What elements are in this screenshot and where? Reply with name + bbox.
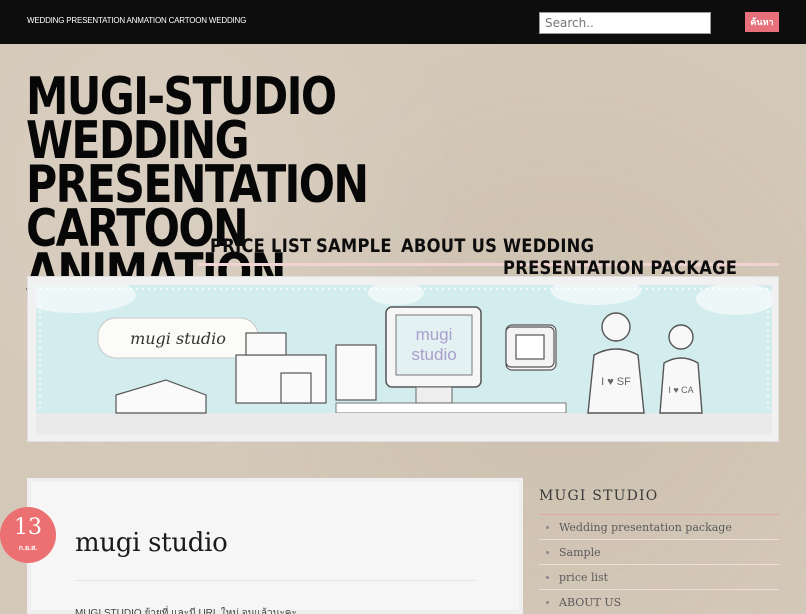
sidebar-item-label: ABOUT US — [559, 596, 622, 609]
sidebar-item-sample[interactable]: Sample — [539, 540, 779, 565]
sidebar-item-label: price list — [559, 571, 609, 584]
post-content: mugi studio MUGI STUDIO ย้ายที่ และมี UR… — [27, 478, 523, 614]
svg-text:I ♥ CA: I ♥ CA — [668, 385, 693, 395]
post-excerpt: MUGI STUDIO ย้ายที่ และมี URL ใหม่ จนแล้… — [75, 608, 297, 614]
post-date-badge: 13 ก.ย.ส. — [0, 507, 56, 563]
sidebar-item-about-us[interactable]: ABOUT US — [539, 590, 779, 614]
search-button[interactable]: ค้นหา — [745, 12, 779, 32]
post-title[interactable]: mugi studio — [75, 528, 228, 558]
sidebar-item-wedding-presentation-package[interactable]: Wedding presentation package — [539, 515, 779, 540]
sidebar-item-label: Sample — [559, 546, 601, 559]
sidebar: MUGI STUDIO Wedding presentation package… — [539, 488, 779, 614]
sidebar-widget-title: MUGI STUDIO — [539, 488, 659, 504]
post-date-month: ก.ย.ส. — [18, 545, 38, 552]
bullet-icon — [546, 551, 549, 554]
nav-item-about-us[interactable]: ABOUT US — [401, 235, 497, 257]
svg-text:mugi: mugi — [416, 325, 453, 344]
sidebar-item-label: Wedding presentation package — [559, 521, 732, 534]
couple-illustration: I ♥ SF I ♥ CA — [587, 312, 703, 414]
nav-item-sample[interactable]: SAMPLE — [316, 235, 392, 257]
svg-text:studio: studio — [411, 345, 456, 364]
svg-text:I ♥ SF: I ♥ SF — [601, 376, 631, 388]
post-date-day: 13 — [14, 515, 42, 540]
banner-illustration: mugi studio mugi studio I ♥ SF I ♥ CA — [36, 285, 772, 435]
sidebar-item-price-list[interactable]: price list — [539, 565, 779, 590]
bullet-icon — [546, 601, 549, 604]
post-divider — [75, 580, 475, 581]
main-navigation: PRICE LIST SAMPLE ABOUT US WEDDING PRESE… — [198, 232, 779, 279]
phone-illustration — [505, 326, 555, 368]
bullet-icon — [546, 526, 549, 529]
header-banner: mugi studio mugi studio I ♥ SF I ♥ CA — [27, 276, 779, 442]
logo-text: mugi studio — [130, 329, 226, 348]
nav-item-price-list[interactable]: PRICE LIST — [210, 235, 311, 257]
mugi-logo-label: mugi studio — [97, 317, 259, 359]
computer-monitor-illustration: mugi studio — [385, 306, 482, 404]
top-bar: WEDDING PRESENTATION ANMATION CARTOON WE… — [0, 0, 806, 44]
site-tagline: WEDDING PRESENTATION ANMATION CARTOON WE… — [27, 16, 247, 25]
bullet-icon — [546, 576, 549, 579]
sidebar-link-list: Wedding presentation package Sample pric… — [539, 515, 779, 614]
search-input[interactable] — [539, 12, 711, 34]
nav-item-wedding-presentation-package[interactable]: WEDDING PRESENTATION PACKAGE — [503, 235, 740, 279]
